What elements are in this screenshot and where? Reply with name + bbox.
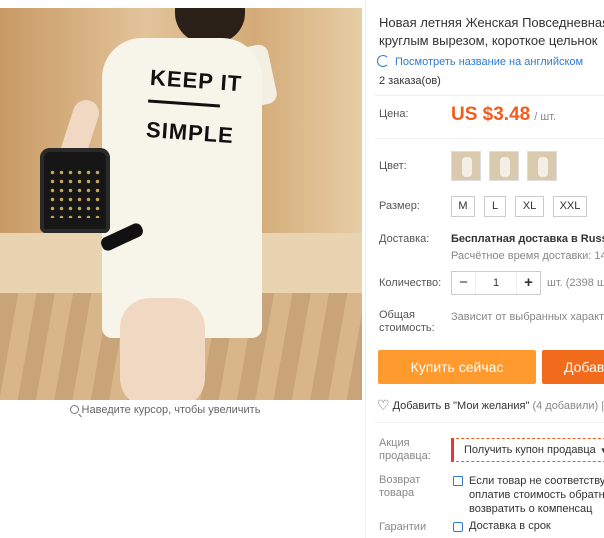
returns-text: Если товар не соответствуе оплатив стоим… (469, 474, 604, 516)
returns-text-line: Если товар не соответствуе (469, 475, 604, 487)
chevron-down-icon: ▼ (599, 446, 604, 455)
quantity-input[interactable]: 1 (476, 272, 516, 294)
translate-icon (377, 55, 389, 67)
photo-bag-studs (48, 168, 102, 218)
product-title: Новая летняя Женская Повседневная круглы… (379, 14, 604, 50)
heart-icon: ♡ (377, 397, 390, 413)
buy-now-button[interactable]: Купить сейчас (378, 350, 536, 384)
quantity-stepper: − 1 + (451, 271, 541, 295)
price-unit: / шт. (534, 111, 557, 123)
returns-text-line: оплатив стоимость обратно (469, 489, 604, 501)
translate-link-label: Посмотреть название на английском (395, 56, 584, 68)
total-label-line: Общая (379, 309, 415, 321)
promo-label-line: Акция (379, 437, 410, 449)
quantity-increase-button[interactable]: + (516, 272, 540, 294)
add-to-cart-button[interactable]: Добав (542, 350, 604, 384)
size-label: Размер: (379, 200, 420, 212)
color-swatch[interactable] (451, 151, 481, 181)
divider (375, 138, 604, 139)
shipping-method[interactable]: Бесплатная доставка в Russia (451, 233, 604, 245)
returns-label: Возврат товара (379, 474, 420, 500)
wishlist-count: (4 добавили) (532, 400, 599, 412)
product-title-line: Новая летняя Женская Повседневная (379, 15, 604, 30)
quantity-available: шт. (2398 ш (547, 277, 604, 289)
shipping-label: Доставка: (379, 233, 430, 245)
returns-text-line: возвратить о компенсац (469, 503, 593, 515)
return-policy-icon (453, 476, 463, 486)
size-option-m[interactable]: M (451, 196, 475, 217)
guarantee-text: Доставка в срок (469, 520, 551, 532)
returns-label-line: товара (379, 487, 415, 499)
quantity-label: Количество: (379, 277, 442, 289)
seller-coupon-dropdown[interactable]: Получить купон продавца ▼ (451, 438, 604, 462)
size-option-xl[interactable]: XL (515, 196, 544, 217)
guarantee-icon (453, 522, 463, 532)
size-option-l[interactable]: L (484, 196, 506, 217)
product-info-panel: Новая летняя Женская Повседневная круглы… (365, 0, 604, 538)
zoom-hint-text: Наведите курсор, чтобы увеличить (81, 404, 261, 416)
price-value: US $3.48/ шт. (451, 104, 556, 126)
promo-label: Акция продавца: (379, 437, 431, 463)
promo-label-line: продавца: (379, 450, 431, 462)
total-label-line: стоимость: (379, 322, 435, 334)
shipping-estimate: Расчётное время доставки: 14 (451, 250, 604, 262)
translate-title-link[interactable]: Посмотреть название на английском (377, 55, 583, 68)
color-swatch[interactable] (489, 151, 519, 181)
divider (375, 422, 604, 423)
magnifier-icon (69, 405, 79, 414)
total-value: Зависит от выбранных характе (451, 311, 604, 323)
size-option-xxl[interactable]: XXL (553, 196, 587, 217)
divider (375, 95, 604, 96)
color-swatch[interactable] (527, 151, 557, 181)
price-amount: US $3.48 (451, 104, 531, 125)
orders-count: 2 заказа(ов) (379, 75, 441, 87)
coupon-label: Получить купон продавца (464, 444, 596, 456)
photo-model-leg (120, 298, 205, 400)
quantity-decrease-button[interactable]: − (452, 272, 476, 294)
product-main-photo[interactable]: KEEP IT SIMPLE (0, 8, 362, 400)
returns-label-line: Возврат (379, 474, 421, 486)
color-label: Цвет: (379, 160, 407, 172)
price-label: Цена: (379, 108, 409, 120)
product-gallery: KEEP IT SIMPLE Наведите курсор, чтобы ув… (0, 0, 362, 538)
zoom-hint: Наведите курсор, чтобы увеличить (0, 404, 330, 416)
total-label: Общая стоимость: (379, 309, 435, 335)
add-to-wishlist-link[interactable]: ♡ Добавить в "Мои желания" (4 добавили) | (377, 397, 604, 414)
guarantee-label: Гарантии (379, 521, 427, 533)
product-title-line: круглым вырезом, короткое цельнок (379, 33, 598, 48)
wishlist-label: Добавить в "Мои желания" (392, 400, 530, 412)
